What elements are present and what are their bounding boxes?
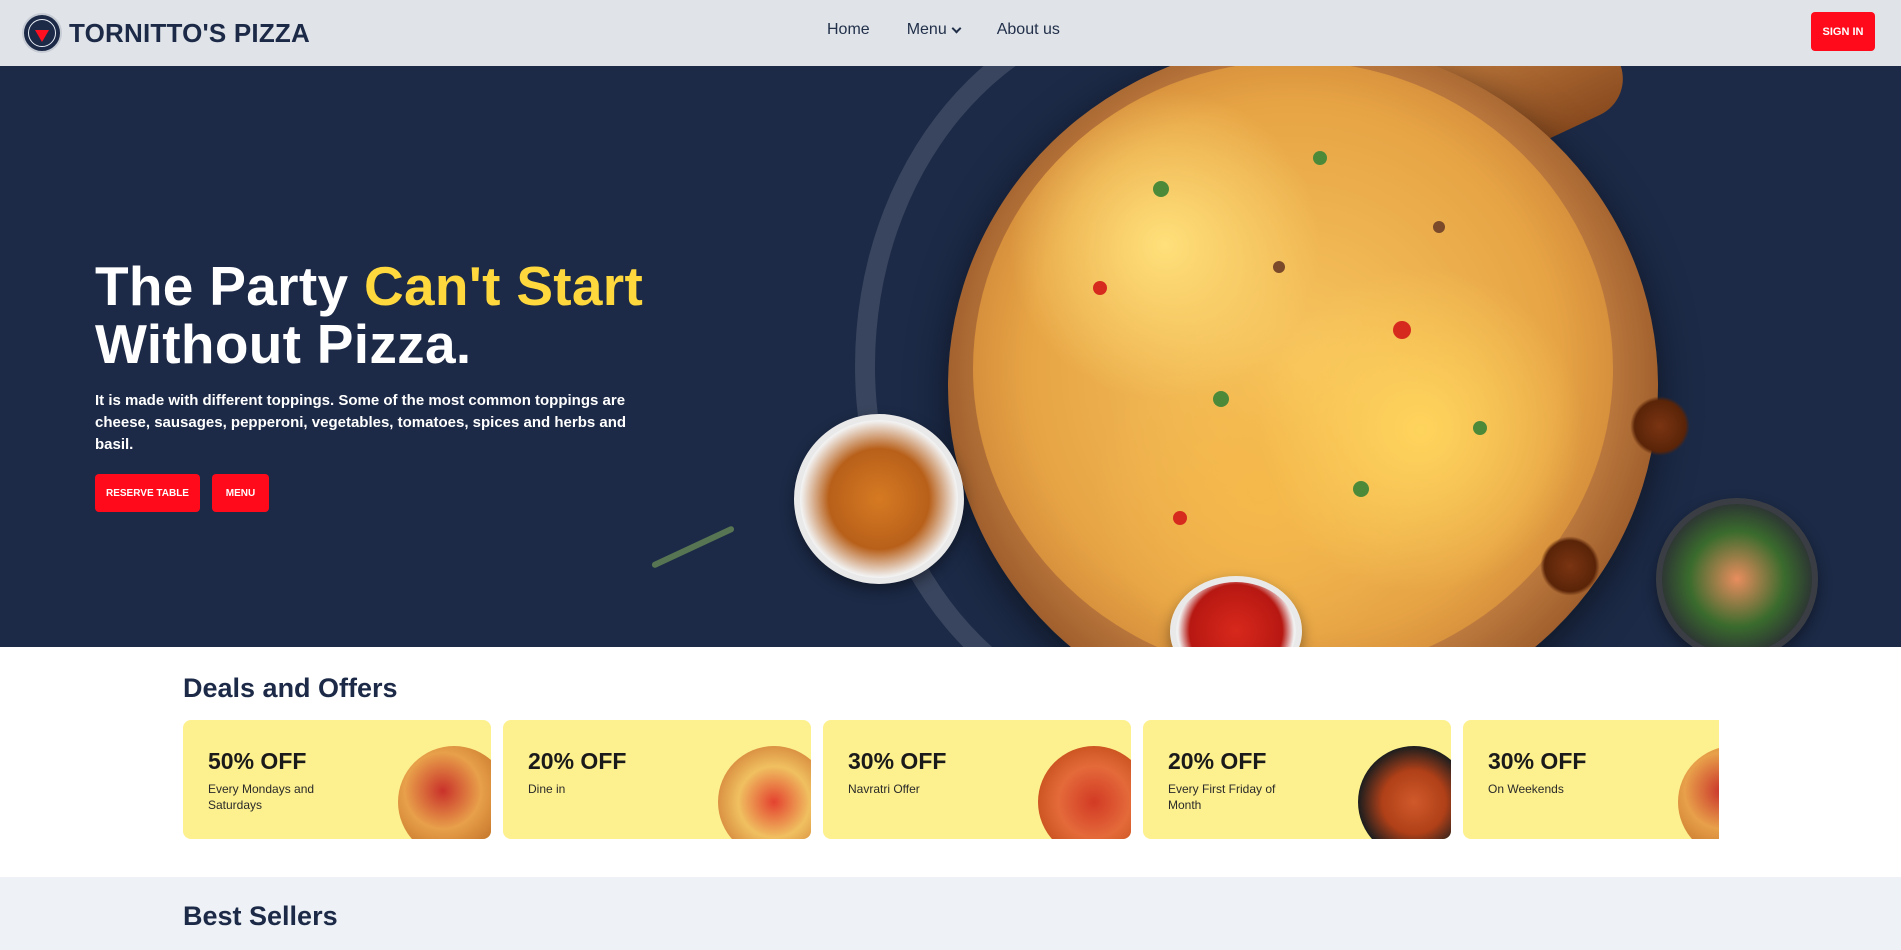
bestsellers-title: Best Sellers (183, 901, 338, 931)
hero-title-part1: The Party (95, 255, 364, 317)
deal-percent: 30% OFF (1488, 748, 1587, 774)
star-anise-image (1540, 536, 1600, 596)
chevron-down-icon (951, 23, 962, 33)
pizza-image (398, 746, 491, 839)
hero-title-part2: Without Pizza. (95, 313, 472, 375)
deal-card[interactable]: 50% OFF Every Mondays and Saturdays (183, 720, 491, 839)
menu-button[interactable]: MENU (212, 474, 269, 512)
deal-card[interactable]: 30% OFF Navratri Offer (823, 720, 1131, 839)
star-anise-image (1630, 396, 1690, 456)
brand-link[interactable]: TORNITTO'S PIZZA (22, 13, 310, 53)
deal-percent: 20% OFF (1168, 748, 1267, 774)
pizza-image (1038, 746, 1131, 839)
deal-percent: 50% OFF (208, 748, 307, 774)
nav-link-about[interactable]: About us (997, 21, 1060, 39)
pasta-image (1358, 746, 1451, 839)
reserve-table-button[interactable]: RESERVE TABLE (95, 474, 200, 512)
deal-card[interactable]: 20% OFF Every First Friday of Month (1143, 720, 1451, 839)
deal-percent: 20% OFF (528, 748, 627, 774)
hero-description: It is made with different toppings. Some… (95, 392, 627, 453)
pizza-image (718, 746, 811, 839)
salmon-salad-image (1656, 498, 1818, 647)
deals-carousel: 50% OFF Every Mondays and Saturdays 20% … (183, 720, 1719, 839)
nav-link-home[interactable]: Home (827, 21, 870, 39)
deal-description: Navratri Offer (848, 782, 920, 796)
deal-description: On Weekends (1488, 782, 1564, 796)
pizza-image (1678, 746, 1719, 839)
deal-description: Dine in (528, 782, 566, 796)
navbar: TORNITTO'S PIZZA Home Menu About us SIGN… (0, 0, 1901, 66)
deal-card[interactable]: 30% OFF On Weekends (1463, 720, 1719, 839)
sign-in-button[interactable]: SIGN IN (1811, 12, 1875, 51)
pizza-image (973, 66, 1613, 647)
nav-link-menu[interactable]: Menu (906, 21, 962, 39)
main-nav: Home Menu About us (827, 21, 1060, 39)
pizza-logo-icon (22, 13, 62, 53)
deal-description: Every First Friday of Month (1168, 782, 1276, 812)
deal-card[interactable]: 20% OFF Dine in (503, 720, 811, 839)
hero-section: The Party Can't Start Without Pizza. It … (0, 66, 1901, 647)
deal-description: Every Mondays and Saturdays (208, 782, 315, 812)
hero-title: The Party Can't Start Without Pizza. (95, 257, 715, 373)
herb-sprig-image (650, 525, 736, 569)
bestsellers-section: Best Sellers (0, 877, 1901, 950)
nav-link-menu-label: Menu (906, 21, 947, 38)
brand-name: TORNITTO'S PIZZA (69, 17, 310, 48)
chicken-wings-image (794, 414, 964, 584)
deals-title: Deals and Offers (183, 673, 398, 703)
deal-percent: 30% OFF (848, 748, 947, 774)
hero-title-accent: Can't Start (363, 255, 644, 317)
